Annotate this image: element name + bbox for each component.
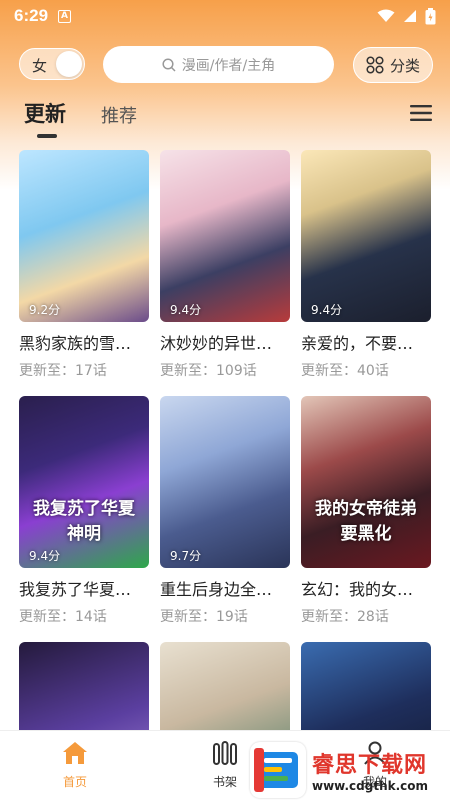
- comic-grid: 9.2分 黑豹家族的雪… 更新至：17话 9.4分 沐妙妙的异世… 更新至：10…: [0, 150, 450, 730]
- comic-title: 重生后身边全…: [160, 580, 273, 599]
- tab-update[interactable]: 更新: [24, 98, 66, 128]
- comic-cover[interactable]: 9.4分: [160, 150, 290, 322]
- watermark-url: www.cdgthk.com: [312, 779, 429, 793]
- comic-card[interactable]: [160, 642, 290, 730]
- update-status: 更新至：40话: [301, 363, 389, 379]
- search-input[interactable]: 漫画/作者/主角: [103, 46, 334, 83]
- search-icon: [162, 57, 176, 72]
- notification-icon: A: [58, 9, 72, 23]
- comic-card[interactable]: 9.7分 重生后身边全… 更新至：19话: [160, 396, 290, 626]
- comic-cover[interactable]: 9.2分: [19, 150, 149, 322]
- toggle-knob: [56, 51, 82, 77]
- comic-cover[interactable]: 我的女帝徒弟要黑化: [301, 396, 431, 568]
- nav-shelf-label: 书架: [212, 775, 237, 789]
- tab-indicator: [37, 134, 57, 138]
- watermark-logo: [250, 742, 306, 798]
- search-row: 女 漫画/作者/主角 分类: [0, 46, 450, 84]
- cover-art-title: 我复苏了华夏神明: [33, 499, 135, 544]
- watermark: 睿思下载网 www.cdgthk.com: [250, 740, 450, 800]
- tabs-row: 更新 推荐: [0, 96, 450, 146]
- comic-title: 我复苏了华夏…: [19, 580, 132, 599]
- comic-card[interactable]: 9.4分 沐妙妙的异世… 更新至：109话: [160, 150, 290, 380]
- nav-home-label: 首页: [62, 775, 87, 789]
- comic-title: 玄幻：我的女…: [301, 580, 414, 599]
- comic-card[interactable]: 9.4分 亲爱的，不要… 更新至：40话: [301, 150, 431, 380]
- score-badge: 9.2分: [29, 303, 61, 317]
- comic-card[interactable]: 我的女帝徒弟要黑化 玄幻：我的女… 更新至：28话: [301, 396, 431, 626]
- cover-art-title: 我的女帝徒弟要黑化: [315, 499, 417, 544]
- menu-icon[interactable]: [410, 104, 432, 122]
- score-badge: 9.4分: [311, 303, 343, 317]
- bookshelf-icon: [213, 741, 237, 765]
- comic-card[interactable]: 我复苏了华夏神明 9.4分 我复苏了华夏… 更新至：14话: [19, 396, 149, 626]
- comic-cover[interactable]: 9.4分: [301, 150, 431, 322]
- gender-toggle[interactable]: 女: [19, 48, 85, 80]
- category-button[interactable]: 分类: [353, 47, 433, 83]
- comic-cover[interactable]: 我复苏了华夏神明 9.4分: [19, 396, 149, 568]
- category-label: 分类: [389, 56, 420, 75]
- comic-card[interactable]: [19, 642, 149, 730]
- comic-cover[interactable]: [160, 642, 290, 730]
- signal-icon: [404, 10, 416, 22]
- status-bar: 6:29 A: [0, 0, 450, 32]
- search-placeholder: 漫画/作者/主角: [181, 57, 276, 74]
- comic-cover[interactable]: [301, 642, 431, 730]
- gender-label: 女: [32, 57, 48, 75]
- comic-card[interactable]: 9.2分 黑豹家族的雪… 更新至：17话: [19, 150, 149, 380]
- watermark-text: 睿思下载网 www.cdgthk.com: [312, 747, 428, 793]
- nav-home[interactable]: 首页: [45, 741, 105, 790]
- watermark-title: 睿思下载网: [312, 753, 428, 778]
- comic-cover[interactable]: 9.7分: [160, 396, 290, 568]
- home-icon: [63, 742, 87, 764]
- comic-title: 黑豹家族的雪…: [19, 334, 132, 353]
- update-status: 更新至：28话: [301, 609, 389, 625]
- grid-icon: [366, 56, 384, 74]
- score-badge: 9.7分: [170, 549, 202, 563]
- update-status: 更新至：14话: [19, 609, 107, 625]
- status-time: 6:29: [14, 6, 49, 25]
- comic-title: 亲爱的，不要…: [301, 334, 414, 353]
- tab-recommend[interactable]: 推荐: [101, 102, 137, 128]
- update-status: 更新至：109话: [160, 363, 257, 379]
- nav-shelf[interactable]: 书架: [195, 741, 255, 790]
- wifi-icon: [377, 9, 395, 22]
- score-badge: 9.4分: [29, 549, 61, 563]
- score-badge: 9.4分: [170, 303, 202, 317]
- comic-title: 沐妙妙的异世…: [160, 334, 273, 353]
- battery-icon: [425, 7, 436, 24]
- update-status: 更新至：19话: [160, 609, 248, 625]
- comic-card[interactable]: [301, 642, 431, 730]
- update-status: 更新至：17话: [19, 363, 107, 379]
- comic-cover[interactable]: [19, 642, 149, 730]
